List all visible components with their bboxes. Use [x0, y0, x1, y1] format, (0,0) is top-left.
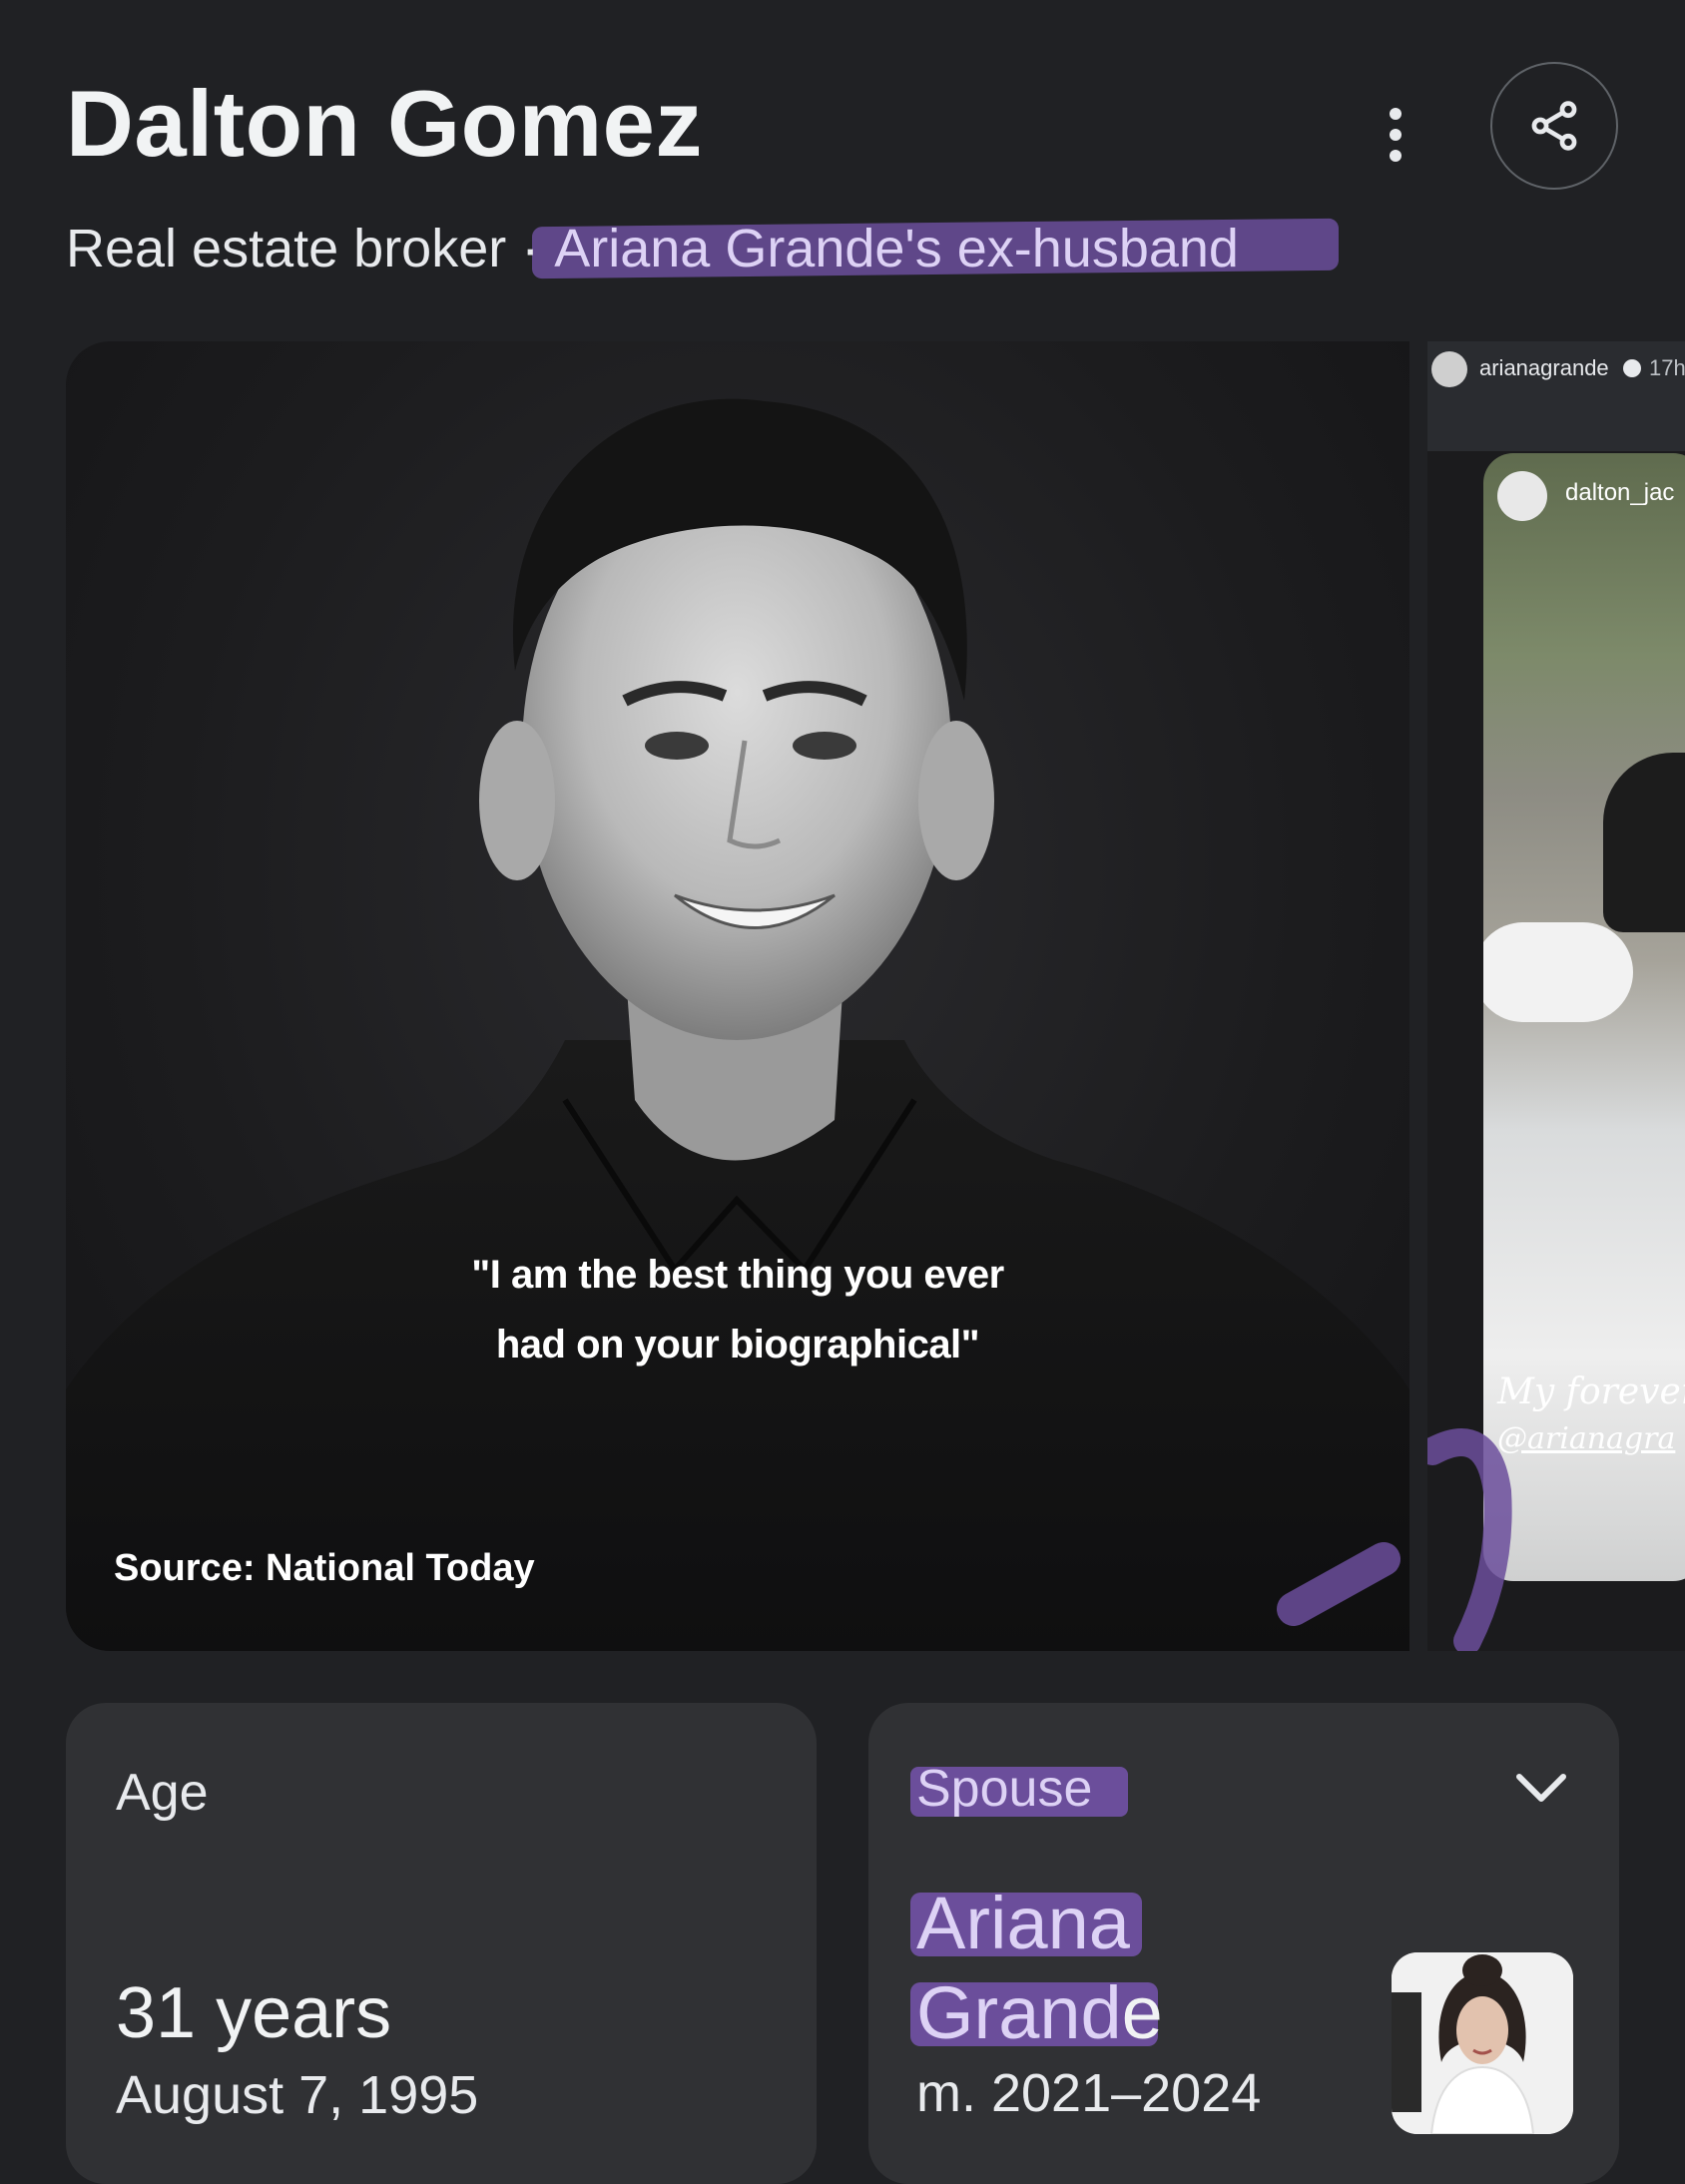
spouse-first-name: Ariana	[916, 1882, 1130, 1964]
story-avatar	[1431, 351, 1467, 387]
spouse-card[interactable]: Spouse Ariana Grande m. 2021–2024	[868, 1703, 1619, 2184]
person-arm	[1483, 922, 1633, 1022]
entity-subtitle: Real estate broker · Ariana Grande's ex-…	[66, 218, 1239, 279]
spouse-name-line-1: Ariana	[910, 1879, 1163, 1968]
more-vert-icon	[1390, 108, 1402, 120]
share-button[interactable]	[1490, 62, 1618, 190]
marriage-years: m. 2021–2024	[916, 2063, 1262, 2123]
age-card[interactable]: Age 31 years August 7, 1995	[66, 1703, 817, 2184]
caption-line-2: had on your biographical"	[495, 1323, 980, 1366]
more-options-button[interactable]	[1368, 100, 1423, 170]
secondary-photo[interactable]: arianagrande 17h dalton_jac My forever @…	[1427, 341, 1685, 1651]
age-label: Age	[116, 1764, 209, 1822]
occupation-text: Real estate broker ·	[66, 219, 555, 278]
more-vert-dot	[1390, 129, 1402, 141]
share-icon	[1531, 101, 1577, 151]
age-value: 31 years	[116, 1973, 392, 2053]
highlight-scribble	[1277, 1542, 1401, 1626]
page-title: Dalton Gomez	[66, 71, 703, 176]
spouse-thumbnail[interactable]	[1392, 1952, 1573, 2134]
relation-text: Ariana Grande's ex-husband	[554, 219, 1239, 278]
spouse-label-text: Spouse	[916, 1760, 1093, 1818]
birth-date: August 7, 1995	[116, 2065, 479, 2125]
tag-username: dalton_jac	[1565, 479, 1675, 506]
chevron-down-icon[interactable]	[1513, 1769, 1569, 1809]
person-hat	[1603, 753, 1685, 932]
image-caption: "I am the best thing you ever had on you…	[66, 1240, 1409, 1379]
caption-line-1: "I am the best thing you ever	[471, 1253, 1004, 1297]
tag-avatar	[1497, 471, 1547, 521]
story-username: arianagrande	[1479, 355, 1609, 380]
story-script: My forever	[1497, 1371, 1685, 1412]
highlight-scribble	[1427, 1428, 1512, 1651]
image-source: Source: National Today	[114, 1547, 535, 1589]
spouse-portrait	[1392, 1952, 1573, 2134]
main-photo[interactable]: "I am the best thing you ever had on you…	[66, 341, 1409, 1651]
story-header: arianagrande 17h	[1427, 341, 1685, 451]
spouse-name-line-2: Grande	[910, 1968, 1163, 2058]
spouse-last-name-highlighted: Grand	[916, 1971, 1122, 2054]
spouse-name-link[interactable]: Ariana Grande	[910, 1879, 1163, 2058]
relation-link[interactable]: Ariana Grande's ex-husband	[554, 219, 1239, 278]
verified-icon	[1623, 359, 1641, 377]
story-time: 17h	[1649, 355, 1685, 380]
spouse-label: Spouse	[909, 1759, 1129, 1819]
spouse-last-name-rest: e	[1121, 1971, 1163, 2054]
person-portrait	[66, 398, 1409, 1651]
more-vert-dot	[1390, 150, 1402, 162]
